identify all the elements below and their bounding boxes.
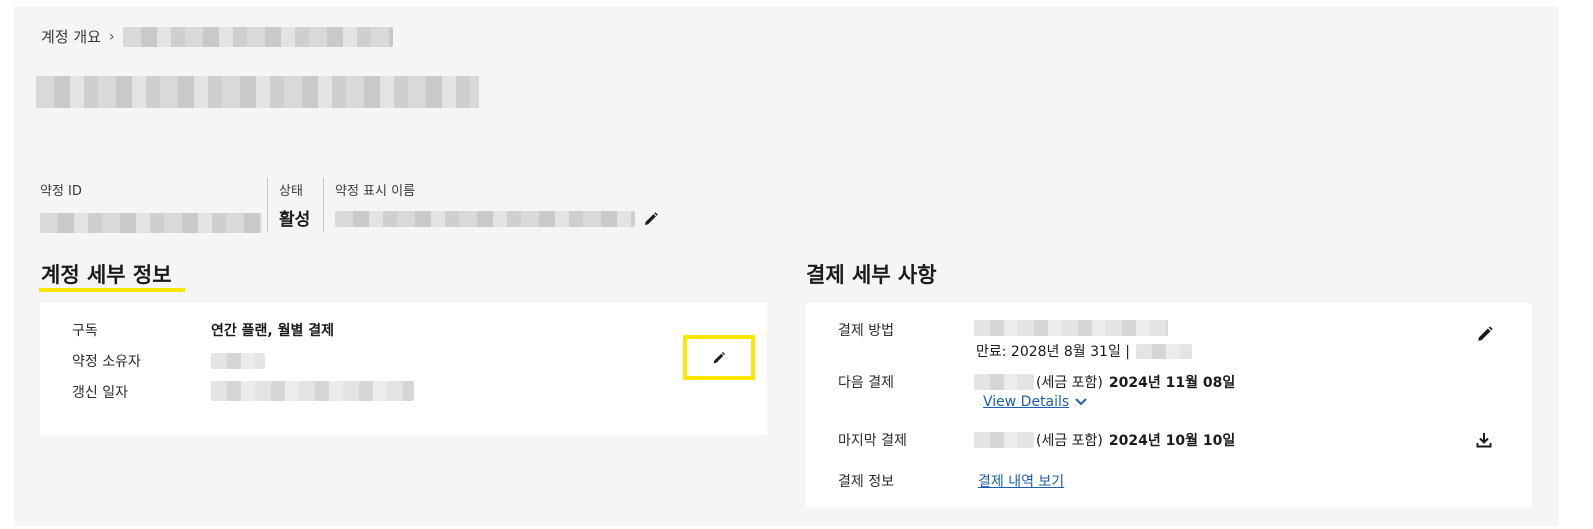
billing-history-link[interactable]: 결제 내역 보기 bbox=[978, 474, 1064, 490]
next-payment-amount-redacted bbox=[974, 374, 1034, 390]
agreement-owner-label: 약정 소유자 bbox=[72, 354, 141, 370]
status-block: 상태 활성 bbox=[279, 180, 310, 230]
billing-info-label: 결제 정보 bbox=[838, 474, 894, 490]
status-label: 상태 bbox=[279, 184, 303, 199]
breadcrumb-root-link[interactable]: 계정 개요 bbox=[41, 26, 101, 47]
breadcrumb-separator-icon: › bbox=[108, 28, 115, 45]
subscription-value: 연간 플랜, 월별 결제 bbox=[211, 323, 334, 339]
page-container: 계정 개요 › 약정 ID 상태 활성 약정 표시 이름 계정 세부 정보 구독… bbox=[14, 6, 1559, 526]
edit-account-details-button[interactable] bbox=[683, 335, 755, 380]
payment-method-value-redacted bbox=[974, 320, 1168, 340]
download-invoice-button[interactable] bbox=[1475, 431, 1493, 453]
last-payment-tax: (세금 포함) bbox=[1036, 433, 1103, 449]
view-details-link[interactable]: View Details bbox=[983, 394, 1069, 410]
pencil-icon bbox=[1476, 325, 1494, 343]
renewal-date-label: 갱신 일자 bbox=[72, 385, 128, 401]
next-payment-tax: (세금 포함) bbox=[1036, 375, 1103, 391]
account-details-card: 구독 연간 플랜, 월별 결제 약정 소유자 갱신 일자 bbox=[40, 303, 767, 435]
selected-section-underline bbox=[39, 288, 185, 292]
pencil-icon bbox=[712, 351, 726, 365]
agreement-id-block: 약정 ID bbox=[40, 180, 262, 237]
display-name-label: 약정 표시 이름 bbox=[335, 184, 416, 199]
view-details-toggle[interactable]: View Details bbox=[983, 394, 1087, 410]
display-name-block: 약정 표시 이름 bbox=[335, 180, 659, 227]
last-payment-amount-redacted bbox=[974, 432, 1034, 448]
billing-details-card: 결제 방법 만료: 2028년 8월 31일 | 다음 결제 (세금 포함) 2… bbox=[806, 303, 1532, 507]
status-value: 활성 bbox=[279, 210, 311, 230]
display-name-value-redacted bbox=[335, 211, 635, 227]
next-payment-date: 2024년 11월 08일 bbox=[1108, 375, 1236, 391]
page-title-redacted bbox=[36, 76, 479, 112]
payment-method-label: 결제 방법 bbox=[838, 323, 894, 339]
breadcrumb-current-redacted bbox=[122, 26, 393, 47]
renewal-date-value-redacted bbox=[211, 381, 414, 405]
billing-history-link-wrap: 결제 내역 보기 bbox=[978, 471, 1064, 491]
edit-payment-method-button[interactable] bbox=[1476, 325, 1494, 347]
expiry-text: 만료: 2028년 8월 31일 | bbox=[976, 344, 1130, 360]
next-payment-value: (세금 포함) 2024년 11월 08일 bbox=[974, 372, 1235, 392]
divider bbox=[267, 178, 268, 232]
chevron-down-icon[interactable] bbox=[1075, 398, 1087, 406]
agreement-id-label: 약정 ID bbox=[40, 184, 82, 199]
agreement-id-value-redacted bbox=[40, 213, 262, 233]
subscription-label: 구독 bbox=[72, 323, 98, 339]
last-payment-value: (세금 포함) 2024년 10월 10일 bbox=[974, 430, 1235, 450]
account-details-title: 계정 세부 정보 bbox=[41, 263, 172, 287]
last-payment-label: 마지막 결제 bbox=[838, 433, 907, 449]
last-payment-date: 2024년 10월 10일 bbox=[1108, 433, 1236, 449]
payment-method-expiry: 만료: 2028년 8월 31일 | bbox=[976, 341, 1192, 361]
agreement-owner-value-redacted bbox=[211, 353, 265, 373]
expiry-extra-redacted bbox=[1136, 343, 1192, 359]
pencil-icon[interactable] bbox=[643, 211, 659, 227]
next-payment-label: 다음 결제 bbox=[838, 375, 894, 391]
billing-details-title: 결제 세부 사항 bbox=[806, 263, 937, 287]
breadcrumb: 계정 개요 › bbox=[41, 26, 393, 47]
divider bbox=[323, 178, 324, 232]
download-icon bbox=[1475, 431, 1493, 449]
